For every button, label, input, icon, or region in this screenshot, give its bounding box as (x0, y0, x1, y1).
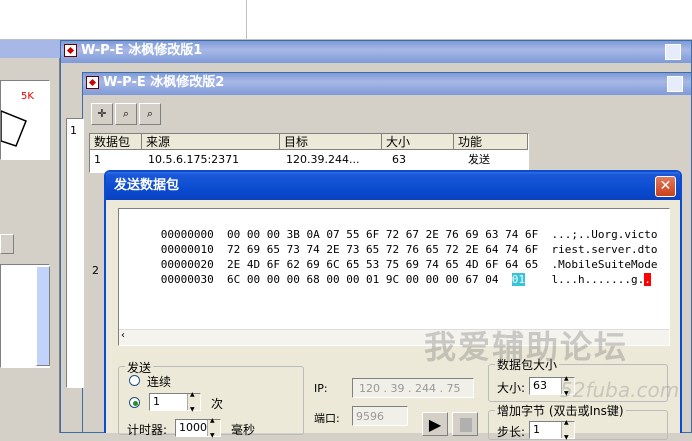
send-group: 发送 连续 1 次 计时器: 1000 毫秒 (118, 359, 304, 439)
timer-input[interactable]: 1000 (175, 417, 221, 439)
watermark-sub: 52fuba.com (560, 378, 679, 402)
ascii-cursor: . (644, 273, 651, 286)
col-header-target[interactable]: 目标 (280, 134, 382, 150)
send-stop-button[interactable] (452, 412, 478, 436)
step-value: 1 (533, 423, 540, 436)
packet-table: 数据包 来源 目标 大小 功能 1 10.5.6.175:2371 120.39… (89, 133, 529, 173)
meter-box: 5K (0, 80, 50, 160)
scroll-left-icon[interactable]: ‹ (121, 330, 125, 341)
count-spinner[interactable] (187, 391, 200, 413)
desktop-divider (246, 0, 247, 40)
timer-value: 1000 (179, 421, 207, 434)
meter-gauge-icon (1, 110, 27, 147)
col-header-size[interactable]: 大小 (382, 134, 454, 150)
ip-label: IP: (314, 382, 328, 395)
table-row[interactable]: 1 10.5.6.175:2371 120.39.244... 63 发送 (90, 152, 528, 168)
port-value: 9596 (356, 410, 384, 423)
hex-offset: 00000030 (160, 273, 214, 286)
hex-selected-byte[interactable]: 01 (511, 273, 526, 286)
watermark-text: 我爱辅助论坛 (424, 328, 629, 366)
size-value: 63 (533, 379, 547, 392)
port-label: 端口: (314, 412, 340, 425)
step-label: 步长: (497, 425, 526, 439)
side-list (66, 118, 84, 388)
col-header-source[interactable]: 来源 (142, 134, 280, 150)
increment-group-label: 增加字节 (双击或Ins键) (495, 402, 626, 419)
app-icon (64, 44, 77, 57)
hex-ascii: l...h.......g. (551, 273, 645, 286)
step-spinner[interactable] (561, 419, 574, 441)
size-label: 大小: (497, 381, 526, 395)
continuous-radio[interactable] (129, 375, 140, 386)
send-dialog-title: 发送数据包 (114, 178, 180, 193)
row-target: 120.39.244... (286, 153, 360, 166)
port-input[interactable]: 9596 (352, 406, 408, 426)
search-icon[interactable]: ⌕ (115, 103, 137, 125)
send-play-button[interactable]: ▶ (422, 412, 448, 436)
app-icon (86, 76, 99, 89)
count-radio[interactable] (129, 397, 140, 408)
watermark-sub-text: 52fuba.com (560, 378, 680, 402)
timer-unit: 毫秒 (231, 423, 256, 437)
window-2-titlebar[interactable]: W-P-E 冰枫修改版2 (83, 73, 691, 95)
select-tool-button[interactable]: ✛ (91, 103, 113, 125)
row-source: 10.5.6.175:2371 (148, 153, 240, 166)
timer-label: 计时器: (127, 423, 168, 437)
row-size: 63 (392, 153, 406, 166)
count-input[interactable]: 1 (149, 391, 201, 413)
col-header-function[interactable]: 功能 (454, 134, 528, 150)
step-input[interactable]: 1 (529, 419, 575, 441)
left-panel-header (0, 40, 60, 58)
side-number-1: 1 (70, 124, 77, 137)
left-scrollbar[interactable] (36, 266, 50, 366)
ip-input[interactable]: 120 . 39 . 244 . 75 (352, 378, 474, 398)
window-1-title: W-P-E 冰枫修改版1 (81, 43, 203, 58)
window-2-title: W-P-E 冰枫修改版2 (103, 75, 225, 90)
send-dialog-titlebar[interactable]: 发送数据包 (106, 172, 680, 200)
watermark: 我爱辅助论坛 (424, 322, 628, 368)
stop-icon (460, 418, 472, 432)
row-function: 发送 (468, 153, 490, 166)
hex-line-3: 00000030 6C 00 00 00 68 00 00 01 9C 00 0… (121, 256, 651, 304)
count-value: 1 (153, 395, 160, 408)
left-panel: 5K (0, 40, 60, 433)
count-unit: 次 (211, 397, 224, 411)
continuous-label: 连续 (147, 375, 172, 389)
desktop-background (0, 0, 692, 40)
side-number-2: 2 (92, 264, 99, 277)
increment-group: 增加字节 (双击或Ins键) 步长: 1 (488, 402, 668, 441)
close-icon[interactable]: ✕ (655, 176, 676, 197)
ip-value: 120 . 39 . 244 . 75 (359, 382, 461, 395)
window-1-titlebar[interactable]: W-P-E 冰枫修改版1 (61, 41, 691, 63)
timer-spinner[interactable] (207, 417, 220, 439)
row-packet-num: 1 (94, 153, 101, 166)
window-2-minimize-button[interactable] (667, 76, 683, 92)
window-1-minimize-button[interactable] (665, 44, 681, 60)
hex-bytes: 6C 00 00 00 68 00 00 01 9C 00 00 00 67 0… (226, 273, 499, 286)
search-next-icon[interactable]: ⌕ (139, 103, 161, 125)
col-header-packet[interactable]: 数据包 (90, 134, 142, 150)
trash-button[interactable] (0, 234, 14, 254)
